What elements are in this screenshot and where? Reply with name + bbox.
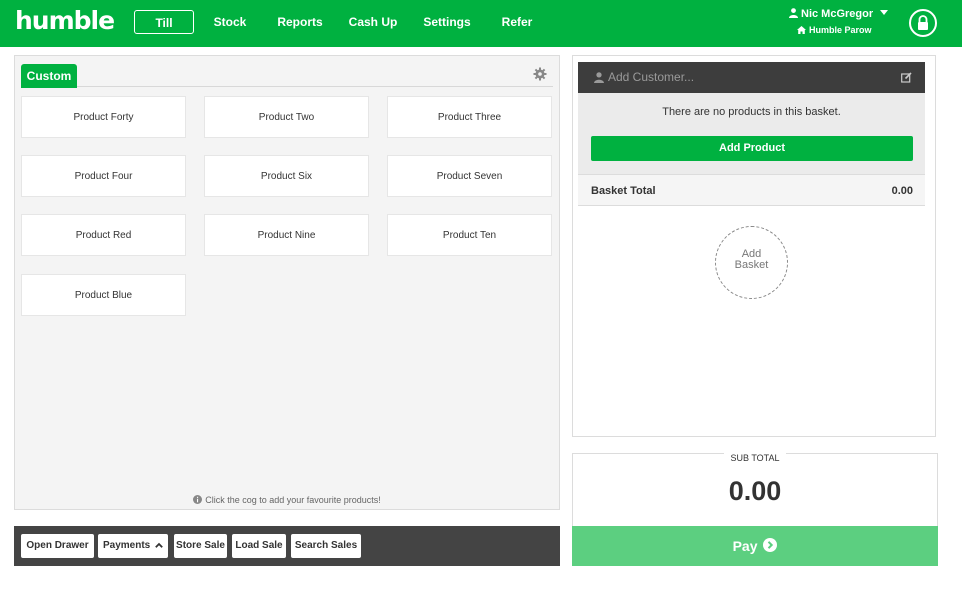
product-tile[interactable]: Product Seven xyxy=(387,155,552,197)
top-nav: humble Till Stock Reports Cash Up Settin… xyxy=(0,0,962,47)
pay-label: Pay xyxy=(732,538,758,554)
bottom-toolbar: Open Drawer Payments Store Sale Load Sal… xyxy=(14,526,560,566)
nav-cash-up[interactable]: Cash Up xyxy=(343,10,403,34)
product-tile[interactable]: Product Two xyxy=(204,96,369,138)
product-tile[interactable]: Product Blue xyxy=(21,274,186,316)
lock-icon xyxy=(918,15,928,30)
user-icon xyxy=(789,8,798,18)
user-menu[interactable]: Nic McGregor xyxy=(789,8,889,20)
favourites-hint: Click the cog to add your favourite prod… xyxy=(15,495,559,505)
nav-refer[interactable]: Refer xyxy=(494,10,540,34)
product-tile[interactable]: Product Six xyxy=(204,155,369,197)
nav-stock[interactable]: Stock xyxy=(205,10,255,34)
payments-button[interactable]: Payments xyxy=(98,534,168,558)
product-tile[interactable]: Product Nine xyxy=(204,214,369,256)
basket-body: There are no products in this basket. Ad… xyxy=(578,93,925,174)
subtotal-value: 0.00 xyxy=(728,476,782,506)
store-sale-button[interactable]: Store Sale xyxy=(174,534,227,558)
add-customer-bar[interactable]: Add Customer... xyxy=(578,62,925,93)
store-selector[interactable]: Humble Parow xyxy=(797,25,872,35)
product-tile[interactable]: Product Ten xyxy=(387,214,552,256)
subtotal-label: SUB TOTAL xyxy=(724,453,786,463)
store-name: Humble Parow xyxy=(809,25,872,35)
basket-panel: Add Customer... There are no products in… xyxy=(572,55,936,437)
info-icon xyxy=(193,495,203,504)
products-panel: Custom Product Forty Product Two Product… xyxy=(14,55,560,510)
tab-custom[interactable]: Custom xyxy=(21,64,77,88)
search-sales-button[interactable]: Search Sales xyxy=(291,534,361,558)
tab-divider xyxy=(21,86,553,87)
user-name: Nic McGregor xyxy=(801,8,874,20)
load-sale-button[interactable]: Load Sale xyxy=(232,534,286,558)
basket-total-value: 0.00 xyxy=(891,185,913,197)
subtotal-panel: SUB TOTAL 0.00 xyxy=(572,453,938,527)
user-icon xyxy=(594,72,604,83)
logo[interactable]: humble xyxy=(15,6,115,35)
home-icon xyxy=(797,26,806,34)
product-tile[interactable]: Product Red xyxy=(21,214,186,256)
product-tile[interactable]: Product Four xyxy=(21,155,186,197)
add-product-button[interactable]: Add Product xyxy=(591,136,913,161)
nav-till[interactable]: Till xyxy=(134,10,194,34)
product-tile[interactable]: Product Forty xyxy=(21,96,186,138)
basket-total-label: Basket Total xyxy=(591,185,656,197)
add-customer-label: Add Customer... xyxy=(608,70,695,84)
lock-button[interactable] xyxy=(909,9,937,37)
basket-total-row: Basket Total 0.00 xyxy=(578,174,925,206)
chevron-circle-right-icon xyxy=(763,538,778,552)
subtotal-label-wrap: SUB TOTAL xyxy=(573,448,937,466)
nav-reports[interactable]: Reports xyxy=(270,10,330,34)
nav-settings[interactable]: Settings xyxy=(417,10,477,34)
product-tile[interactable]: Product Three xyxy=(387,96,552,138)
chevron-up-icon xyxy=(155,542,163,548)
open-drawer-button[interactable]: Open Drawer xyxy=(21,534,94,558)
edit-icon[interactable] xyxy=(901,72,912,83)
payments-label: Payments xyxy=(102,540,151,551)
gear-icon[interactable] xyxy=(533,67,547,81)
add-basket-line2: Basket xyxy=(734,259,769,271)
empty-basket-message: There are no products in this basket. xyxy=(662,106,841,118)
add-basket-button[interactable]: Add Basket xyxy=(715,226,788,299)
caret-down-icon xyxy=(880,10,889,15)
hint-text: Click the cog to add your favourite prod… xyxy=(205,495,381,505)
pay-button[interactable]: Pay xyxy=(572,526,938,566)
